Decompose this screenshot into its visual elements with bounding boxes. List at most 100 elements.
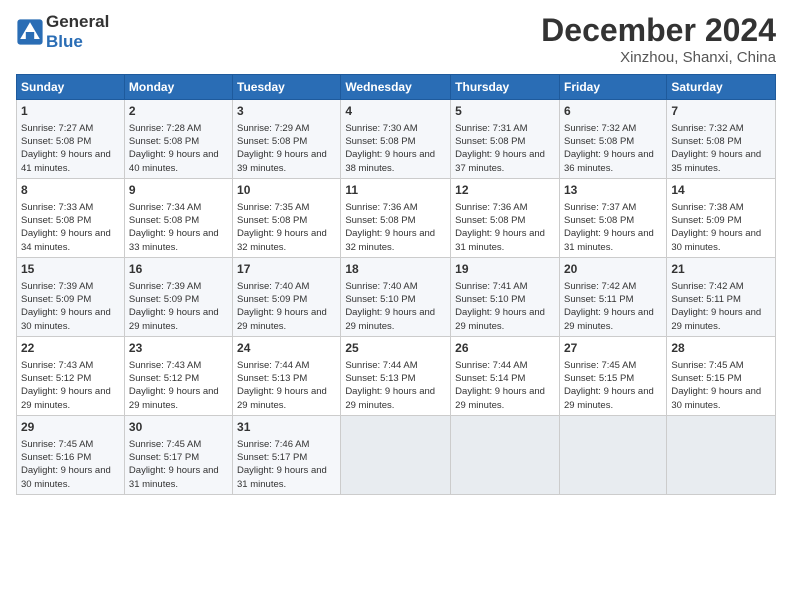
day-number: 5 bbox=[455, 103, 555, 120]
title-section: December 2024 Xinzhou, Shanxi, China bbox=[541, 12, 776, 66]
sunset-text: Sunset: 5:08 PM bbox=[564, 136, 634, 147]
sunrise-text: Sunrise: 7:32 AM bbox=[671, 123, 743, 134]
day-number: 25 bbox=[345, 340, 446, 357]
day-number: 12 bbox=[455, 182, 555, 199]
day-number: 29 bbox=[21, 419, 120, 436]
sunset-text: Sunset: 5:14 PM bbox=[455, 373, 525, 384]
day-number: 28 bbox=[671, 340, 771, 357]
sunrise-text: Sunrise: 7:33 AM bbox=[21, 202, 93, 213]
day-cell: 27Sunrise: 7:45 AMSunset: 5:15 PMDayligh… bbox=[559, 336, 666, 415]
day-cell: 5Sunrise: 7:31 AMSunset: 5:08 PMDaylight… bbox=[451, 100, 560, 179]
day-number: 24 bbox=[237, 340, 336, 357]
header-day-friday: Friday bbox=[559, 75, 666, 100]
day-number: 20 bbox=[564, 261, 662, 278]
header-day-monday: Monday bbox=[124, 75, 232, 100]
sunset-text: Sunset: 5:15 PM bbox=[564, 373, 634, 384]
sunset-text: Sunset: 5:13 PM bbox=[237, 373, 307, 384]
sunset-text: Sunset: 5:08 PM bbox=[129, 215, 199, 226]
month-title: December 2024 bbox=[541, 12, 776, 49]
location: Xinzhou, Shanxi, China bbox=[541, 49, 776, 66]
sunrise-text: Sunrise: 7:34 AM bbox=[129, 202, 201, 213]
day-number: 2 bbox=[129, 103, 228, 120]
sunset-text: Sunset: 5:08 PM bbox=[237, 215, 307, 226]
sunrise-text: Sunrise: 7:45 AM bbox=[564, 360, 636, 371]
day-cell: 14 Sunrise: 7:38 AM Sunset: 5:09 PM Dayligh… bbox=[667, 178, 776, 257]
daylight-text: Daylight: 9 hours and 30 minutes. bbox=[21, 465, 111, 489]
header-day-thursday: Thursday bbox=[451, 75, 560, 100]
day-cell: 11Sunrise: 7:36 AMSunset: 5:08 PMDayligh… bbox=[341, 178, 451, 257]
daylight-text: Daylight: 9 hours and 29 minutes. bbox=[129, 307, 219, 331]
day-cell: 20Sunrise: 7:42 AMSunset: 5:11 PMDayligh… bbox=[559, 257, 666, 336]
daylight-text: Daylight: 9 hours and 34 minutes. bbox=[21, 228, 111, 252]
sunrise-text: Sunrise: 7:41 AM bbox=[455, 281, 527, 292]
daylight-text: Daylight: 9 hours and 30 minutes. bbox=[671, 228, 761, 252]
sunrise-text: Sunrise: 7:45 AM bbox=[129, 439, 201, 450]
day-cell bbox=[559, 415, 666, 494]
sunrise-text: Sunrise: 7:42 AM bbox=[564, 281, 636, 292]
day-cell: 28Sunrise: 7:45 AMSunset: 5:15 PMDayligh… bbox=[667, 336, 776, 415]
sunrise-text: Sunrise: 7:40 AM bbox=[345, 281, 417, 292]
sunset-text: Sunset: 5:17 PM bbox=[237, 452, 307, 463]
day-number: 23 bbox=[129, 340, 228, 357]
day-cell bbox=[451, 415, 560, 494]
sunrise-text: Sunrise: 7:43 AM bbox=[129, 360, 201, 371]
sunrise-text: Sunrise: 7:39 AM bbox=[21, 281, 93, 292]
day-number: 30 bbox=[129, 419, 228, 436]
day-cell: 17Sunrise: 7:40 AMSunset: 5:09 PMDayligh… bbox=[233, 257, 341, 336]
daylight-text: Daylight: 9 hours and 39 minutes. bbox=[237, 149, 327, 173]
daylight-text: Daylight: 9 hours and 29 minutes. bbox=[21, 386, 111, 410]
day-number: 31 bbox=[237, 419, 336, 436]
sunset-text: Sunset: 5:13 PM bbox=[345, 373, 415, 384]
sunset-text: Sunset: 5:08 PM bbox=[345, 215, 415, 226]
day-number: 9 bbox=[129, 182, 228, 199]
logo-icon bbox=[16, 18, 44, 46]
sunset-text: Sunset: 5:08 PM bbox=[564, 215, 634, 226]
sunrise-text: Sunrise: 7:32 AM bbox=[564, 123, 636, 134]
day-cell: 22Sunrise: 7:43 AMSunset: 5:12 PMDayligh… bbox=[17, 336, 125, 415]
sunrise-text: Sunrise: 7:29 AM bbox=[237, 123, 309, 134]
daylight-text: Daylight: 9 hours and 31 minutes. bbox=[455, 228, 545, 252]
sunrise-text: Sunrise: 7:30 AM bbox=[345, 123, 417, 134]
day-cell: 8Sunrise: 7:33 AMSunset: 5:08 PMDaylight… bbox=[17, 178, 125, 257]
daylight-text: Daylight: 9 hours and 29 minutes. bbox=[671, 307, 761, 331]
day-cell bbox=[341, 415, 451, 494]
day-cell: 3Sunrise: 7:29 AMSunset: 5:08 PMDaylight… bbox=[233, 100, 341, 179]
day-number: 11 bbox=[345, 182, 446, 199]
daylight-text: Daylight: 9 hours and 31 minutes. bbox=[129, 465, 219, 489]
day-number: 22 bbox=[21, 340, 120, 357]
sunset-text: Sunset: 5:10 PM bbox=[455, 294, 525, 305]
day-cell bbox=[667, 415, 776, 494]
daylight-text: Daylight: 9 hours and 29 minutes. bbox=[237, 386, 327, 410]
day-number: 27 bbox=[564, 340, 662, 357]
day-number: 13 bbox=[564, 182, 662, 199]
day-number: 18 bbox=[345, 261, 446, 278]
daylight-text: Daylight: 9 hours and 36 minutes. bbox=[564, 149, 654, 173]
header: General Blue December 2024 Xinzhou, Shan… bbox=[16, 12, 776, 66]
sunset-text: Sunset: 5:12 PM bbox=[129, 373, 199, 384]
calendar-page: General Blue December 2024 Xinzhou, Shan… bbox=[0, 0, 792, 612]
daylight-text: Daylight: 9 hours and 29 minutes. bbox=[237, 307, 327, 331]
header-day-tuesday: Tuesday bbox=[233, 75, 341, 100]
sunrise-text: Sunrise: 7:39 AM bbox=[129, 281, 201, 292]
daylight-text: Daylight: 9 hours and 30 minutes. bbox=[21, 307, 111, 331]
day-cell: 10Sunrise: 7:35 AMSunset: 5:08 PMDayligh… bbox=[233, 178, 341, 257]
day-number: 8 bbox=[21, 182, 120, 199]
sunset-text: Sunset: 5:09 PM bbox=[671, 215, 741, 226]
sunset-text: Sunset: 5:08 PM bbox=[671, 136, 741, 147]
day-cell: 12Sunrise: 7:36 AMSunset: 5:08 PMDayligh… bbox=[451, 178, 560, 257]
sunset-text: Sunset: 5:09 PM bbox=[129, 294, 199, 305]
sunset-text: Sunset: 5:12 PM bbox=[21, 373, 91, 384]
sunrise-text: Sunrise: 7:31 AM bbox=[455, 123, 527, 134]
daylight-text: Daylight: 9 hours and 32 minutes. bbox=[345, 228, 435, 252]
day-number: 14 bbox=[671, 182, 771, 199]
header-day-wednesday: Wednesday bbox=[341, 75, 451, 100]
sunrise-text: Sunrise: 7:38 AM bbox=[671, 202, 743, 213]
day-cell: 6Sunrise: 7:32 AMSunset: 5:08 PMDaylight… bbox=[559, 100, 666, 179]
day-cell: 24Sunrise: 7:44 AMSunset: 5:13 PMDayligh… bbox=[233, 336, 341, 415]
daylight-text: Daylight: 9 hours and 29 minutes. bbox=[455, 386, 545, 410]
day-number: 10 bbox=[237, 182, 336, 199]
day-number: 17 bbox=[237, 261, 336, 278]
week-row-1: 1Sunrise: 7:27 AMSunset: 5:08 PMDaylight… bbox=[17, 100, 776, 179]
daylight-text: Daylight: 9 hours and 29 minutes. bbox=[564, 307, 654, 331]
sunset-text: Sunset: 5:08 PM bbox=[21, 136, 91, 147]
